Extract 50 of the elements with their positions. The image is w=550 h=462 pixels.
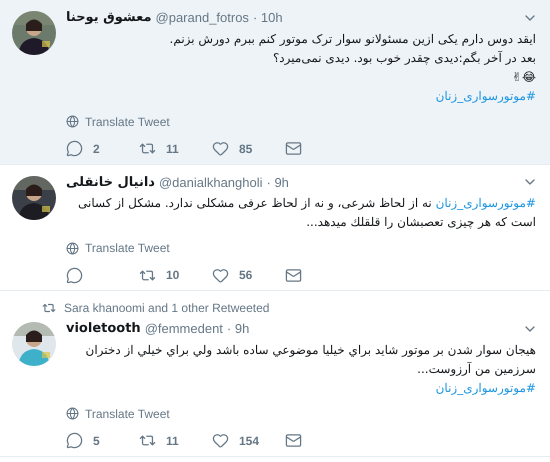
display-name[interactable]: violetooth xyxy=(66,319,141,338)
globe-icon xyxy=(66,242,79,254)
message-icon xyxy=(285,140,302,157)
like-button[interactable]: 56 xyxy=(212,266,285,284)
tweet-text: بعد در آخر بگم:دیدی چقدر خوب بود. دیدی نمی‌میرد؟ xyxy=(272,50,536,67)
reply-button[interactable]: 5 xyxy=(66,432,139,450)
tweet-text: ایقد دوس دارم یکی ازین مسئولانو سوار ترک موتور کنم ببرم دورش بزنم. xyxy=(168,30,536,48)
like-icon xyxy=(212,140,229,157)
display-name[interactable]: معشوق یوحنا xyxy=(66,8,152,28)
like-button[interactable]: 154 xyxy=(212,432,285,450)
translate-link[interactable]: Translate Tweet xyxy=(85,239,170,257)
tweet-time[interactable]: · 9h xyxy=(266,172,289,192)
hashtag-link[interactable]: #موتورسواری_زنان xyxy=(436,88,536,102)
hashtag-link[interactable]: #موتورسواری_زنان xyxy=(436,196,536,210)
retweet-context: Sara khanoomi and 1 other Retweeted xyxy=(64,300,270,317)
globe-icon xyxy=(66,115,79,128)
hashtag-link[interactable]: #موتورسواری_زنان xyxy=(436,380,536,394)
reply-icon xyxy=(66,266,83,284)
translate-link[interactable]: Translate Tweet xyxy=(85,112,170,130)
retweet-button[interactable]: 10 xyxy=(139,266,212,284)
user-handle[interactable]: @danialkhangholi xyxy=(158,172,263,192)
like-count: 154 xyxy=(239,432,260,450)
tweet-text: هیجان سوار شدن بر موتور شاید براي خیلیا موضوعي ساده باشد ولي براي خیلي از دختران سرزمین من آرزوست... xyxy=(84,342,536,378)
tweet-text: 😂✌ xyxy=(510,68,536,86)
reply-count: 5 xyxy=(93,432,100,450)
message-icon xyxy=(285,432,302,449)
translate-link[interactable]: Translate Tweet xyxy=(85,404,170,422)
retweet-icon xyxy=(42,301,56,315)
tweet-text: #موتورسواری_زنان نه از لحاظ شرعی، و نه از لحاظ عرفی مشکلی ندارد. مشکل از کسانی است که هر چیزی تعصبشان را قلقلك میدهد... xyxy=(76,195,536,231)
globe-icon xyxy=(66,407,79,420)
tweet-time[interactable]: · 9h xyxy=(226,319,250,338)
retweet-button[interactable]: 11 xyxy=(139,432,212,450)
reply-button[interactable]: 2 xyxy=(66,140,139,158)
like-count: 56 xyxy=(239,267,252,284)
like-count: 85 xyxy=(239,140,252,158)
like-button[interactable]: 85 xyxy=(212,140,285,158)
user-handle[interactable]: @parand_fotros xyxy=(156,8,249,28)
retweet-count: 10 xyxy=(166,267,180,284)
user-handle[interactable]: @femmedent xyxy=(144,319,223,338)
like-icon xyxy=(212,266,229,284)
display-name[interactable]: دانیال خانقلی xyxy=(66,172,155,192)
reply-count: 2 xyxy=(93,140,100,158)
retweet-count: 11 xyxy=(166,140,179,158)
reply-icon xyxy=(66,140,83,157)
reply-icon xyxy=(66,432,83,449)
tweet-time[interactable]: · 10h xyxy=(252,8,283,28)
message-icon xyxy=(285,266,302,284)
retweet-count: 11 xyxy=(166,432,179,450)
retweet-button[interactable]: 11 xyxy=(139,140,212,158)
like-icon xyxy=(212,432,229,449)
